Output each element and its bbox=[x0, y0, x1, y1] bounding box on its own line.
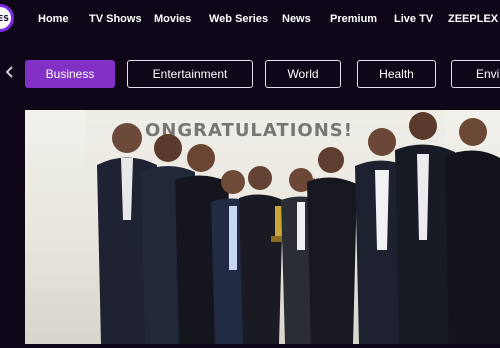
nav-item-home[interactable]: Home bbox=[38, 13, 69, 25]
top-navigation: EES Home TV Shows Movies Web Series News… bbox=[0, 0, 500, 40]
category-chips: Business Entertainment World Health Envi… bbox=[0, 58, 500, 90]
group-photo-illustration bbox=[85, 110, 500, 344]
nav-item-web-series[interactable]: Web Series bbox=[209, 13, 268, 25]
nav-item-movies[interactable]: Movies bbox=[154, 13, 191, 25]
nav-item-zeeplex[interactable]: ZEEPLEX bbox=[448, 13, 498, 25]
chip-world[interactable]: World bbox=[265, 60, 341, 88]
nav-item-news[interactable]: News bbox=[282, 13, 311, 25]
zee5-logo[interactable]: EES bbox=[0, 4, 14, 32]
nav-item-premium[interactable]: Premium bbox=[330, 13, 377, 25]
chip-business[interactable]: Business bbox=[25, 60, 115, 88]
logo-text: EES bbox=[0, 14, 9, 23]
nav-item-live-tv[interactable]: Live TV bbox=[394, 13, 433, 25]
chevron-left-icon[interactable] bbox=[5, 65, 14, 79]
chip-health[interactable]: Health bbox=[357, 60, 436, 88]
chip-entertainment[interactable]: Entertainment bbox=[127, 60, 253, 88]
hero-news-image[interactable]: ONGRATULATIONS! ADING bbox=[25, 110, 500, 344]
nav-item-tv-shows[interactable]: TV Shows bbox=[89, 13, 142, 25]
chip-environment[interactable]: Envir bbox=[451, 60, 500, 88]
